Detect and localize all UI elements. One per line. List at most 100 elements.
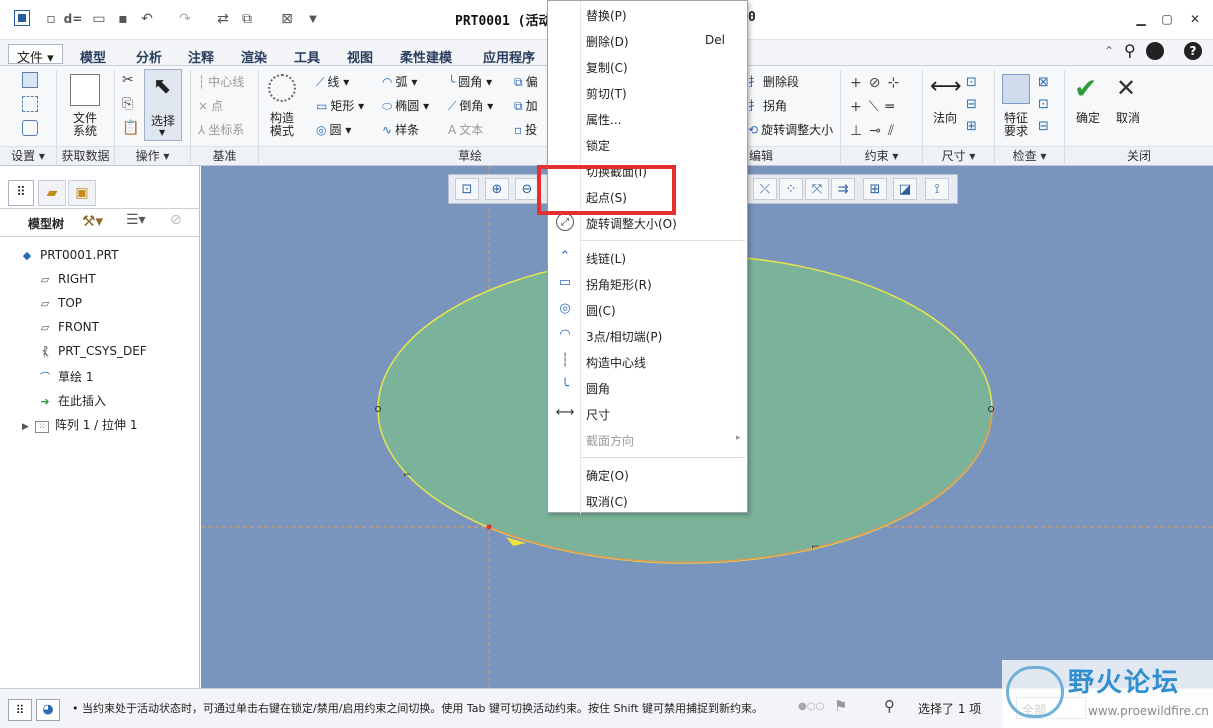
- disp-grid-icon[interactable]: ⤧: [805, 178, 829, 200]
- ellipse-button[interactable]: ⬭ 椭圆 ▾: [382, 97, 429, 114]
- csys-button[interactable]: ⅄ 坐标系: [198, 121, 244, 138]
- corner-button[interactable]: ⺘拐角: [748, 97, 787, 114]
- delete-segment-button[interactable]: ⺘删除段: [748, 73, 799, 90]
- sketch-setup-icon[interactable]: [22, 72, 38, 88]
- tree-item-front[interactable]: ▱ FRONT: [38, 320, 99, 334]
- tree-item-insert-here[interactable]: ➜ 在此插入: [38, 392, 106, 409]
- flag-icon[interactable]: ⚑: [834, 697, 847, 715]
- tab-file[interactable]: 文件 ▾: [8, 44, 63, 66]
- cancel-button[interactable]: 取消: [1108, 112, 1148, 125]
- tree-item-pattern[interactable]: ▶ ⁙ 阵列 1 / 拉伸 1: [22, 416, 138, 433]
- tab-model-tree[interactable]: ⠿: [8, 180, 34, 206]
- tree-item-top[interactable]: ▱ TOP: [38, 296, 82, 310]
- menu-item-delete[interactable]: 删除(D): [586, 33, 629, 50]
- feature-requirements-button[interactable]: 特征 要求: [996, 112, 1036, 138]
- tab-folder-browser-icon[interactable]: ▰: [38, 180, 66, 206]
- group-settings[interactable]: 设置 ▾: [0, 146, 56, 165]
- maximize-button[interactable]: ▢: [1156, 10, 1178, 28]
- tab-render[interactable]: 渲染: [233, 44, 275, 66]
- menu-item-cut[interactable]: 剪切(T): [586, 85, 627, 102]
- tab-analysis[interactable]: 分析: [128, 44, 170, 66]
- close-window-icon[interactable]: ⊠: [278, 10, 296, 28]
- sketch-view-icon-2[interactable]: ⇉: [831, 178, 855, 200]
- refit-icon[interactable]: ⊡: [455, 178, 479, 200]
- tab-tools[interactable]: 工具: [286, 44, 328, 66]
- arc-button[interactable]: ◠ 弧 ▾: [382, 73, 417, 90]
- tree-item-part[interactable]: ◆ PRT0001.PRT: [20, 248, 119, 262]
- menu-item-copy[interactable]: 复制(C): [586, 59, 628, 76]
- sketch-view-icon[interactable]: [22, 120, 38, 136]
- menu-item-3pt-arc[interactable]: 3点/相切端(P): [586, 328, 662, 345]
- menu-item-ok[interactable]: 确定(O): [586, 467, 629, 484]
- collapse-ribbon-icon[interactable]: ⌃: [1104, 44, 1114, 58]
- fillet-button[interactable]: ╰ 圆角 ▾: [448, 73, 492, 90]
- regenerate-icon[interactable]: ⇄: [214, 10, 232, 28]
- menu-item-replace[interactable]: 替换(P): [586, 7, 627, 24]
- centerline-button[interactable]: ┆ 中心线: [198, 73, 244, 90]
- menu-item-cancel[interactable]: 取消(C): [586, 493, 628, 510]
- menu-item-dimension[interactable]: 尺寸: [586, 406, 610, 423]
- constraint-icons[interactable]: +⊘⊹ +⟍═ ⊥⊸⫽: [850, 71, 916, 143]
- tab-applications[interactable]: 应用程序: [475, 44, 543, 66]
- tree-settings-icon[interactable]: ⚒▾: [82, 212, 103, 230]
- open-folder-icon[interactable]: ▭: [90, 10, 108, 28]
- inspect-small-icons[interactable]: ⊠ ⊡ ⊟: [1038, 72, 1058, 138]
- file-system-button[interactable]: 文件 系统: [62, 112, 108, 138]
- cut-icon[interactable]: ✂: [122, 72, 134, 88]
- windows-icon[interactable]: ⧉: [238, 10, 256, 28]
- dimension-small-icons[interactable]: ⊡ ⊟ ⊞: [966, 72, 984, 138]
- menu-item-line-chain[interactable]: 线链(L): [586, 250, 626, 267]
- datum-icon[interactable]: d=: [64, 10, 83, 28]
- chamfer-button[interactable]: ⟋ 倒角 ▾: [448, 97, 493, 114]
- tab-view[interactable]: 视图: [339, 44, 381, 66]
- paste-icon[interactable]: 📋: [122, 120, 139, 136]
- menu-item-properties[interactable]: 属性...: [586, 111, 621, 128]
- normal-dimension-button[interactable]: 法向: [926, 112, 964, 125]
- tree-item-sketch[interactable]: ⌒ 草绘 1: [38, 368, 94, 385]
- copy-icon[interactable]: ⎘: [122, 96, 133, 112]
- tree-item-csys[interactable]: ⳩ PRT_CSYS_DEF: [38, 344, 146, 359]
- disp-vertices-icon[interactable]: ⁘: [779, 178, 803, 200]
- group-dimension[interactable]: 尺寸 ▾: [923, 146, 994, 165]
- select-button[interactable]: ⬉ 选择 ▼: [144, 69, 182, 141]
- ok-button[interactable]: 确定: [1068, 112, 1108, 125]
- disp-constraints-icon[interactable]: ⤫: [753, 178, 777, 200]
- app-icon[interactable]: [14, 10, 30, 26]
- saved-orientations-icon[interactable]: ⊞: [863, 178, 887, 200]
- menu-item-fillet[interactable]: 圆角: [586, 380, 610, 397]
- tab-flexible-modeling[interactable]: 柔性建模: [392, 44, 460, 66]
- menu-item-corner-rectangle[interactable]: 拐角矩形(R): [586, 276, 652, 293]
- redo-icon[interactable]: ↷: [176, 10, 194, 28]
- toggle-browser-icon[interactable]: ◕: [36, 699, 60, 721]
- rotate-resize-button[interactable]: ⟲ 旋转调整大小: [748, 121, 833, 138]
- line-button[interactable]: ⟋ 线 ▾: [316, 73, 349, 90]
- thicken-button[interactable]: ⧉ 加: [514, 97, 538, 114]
- rectangle-button[interactable]: ▭ 矩形 ▾: [316, 97, 364, 114]
- close-button[interactable]: ✕: [1184, 10, 1206, 28]
- datum-display-icon[interactable]: ⟟: [925, 178, 949, 200]
- menu-item-section-orientation[interactable]: 截面方向: [586, 432, 634, 449]
- tree-columns-icon[interactable]: ☰▾: [126, 212, 146, 228]
- minimize-button[interactable]: ▁: [1130, 10, 1152, 28]
- search-icon[interactable]: ⚲: [1124, 41, 1136, 60]
- group-constrain[interactable]: 约束 ▾: [841, 146, 922, 165]
- zoom-out-icon[interactable]: ⊖: [515, 178, 539, 200]
- menu-item-rotate-resize[interactable]: 旋转调整大小(O): [586, 215, 677, 232]
- offset-button[interactable]: ⧉ 偏: [514, 73, 538, 90]
- menu-item-construction-centerline[interactable]: 构造中心线: [586, 354, 646, 371]
- point-button[interactable]: × 点: [198, 97, 223, 114]
- undo-icon[interactable]: ↶: [138, 10, 156, 28]
- text-button[interactable]: A 文本: [448, 121, 483, 138]
- customize-dropdown-icon[interactable]: ▼: [304, 10, 322, 28]
- display-style-icon[interactable]: ◪: [893, 178, 917, 200]
- reference-icon[interactable]: [22, 96, 38, 112]
- spline-button[interactable]: ∿ 样条: [382, 121, 419, 138]
- menu-item-lock[interactable]: 锁定: [586, 137, 610, 154]
- find-icon[interactable]: ⚲: [884, 697, 895, 715]
- menu-item-circle[interactable]: 圆(C): [586, 302, 616, 319]
- construction-mode-button[interactable]: 构造 模式: [260, 112, 304, 138]
- project-button[interactable]: ▫ 投: [514, 121, 537, 138]
- expand-arrow-icon[interactable]: ▶: [22, 422, 29, 432]
- zoom-in-icon[interactable]: ⊕: [485, 178, 509, 200]
- tab-annotate[interactable]: 注释: [180, 44, 222, 66]
